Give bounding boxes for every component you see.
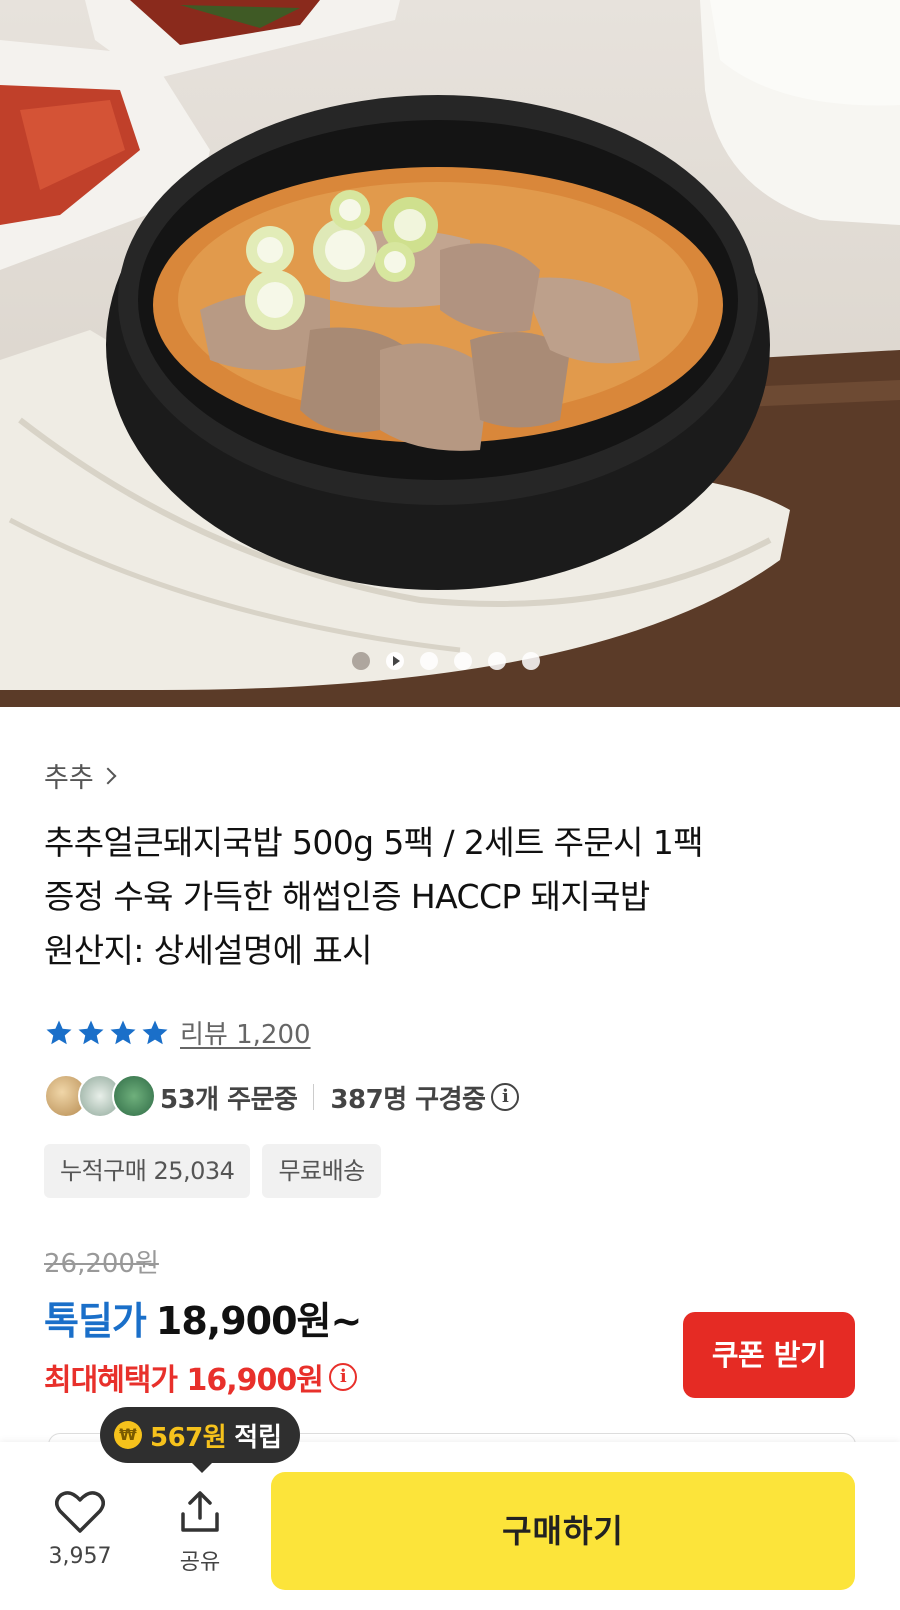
product-image-carousel[interactable]	[0, 0, 900, 707]
star-icon	[78, 1020, 104, 1044]
rating-row: 리뷰 1,200	[44, 1014, 311, 1051]
star-icon	[46, 1020, 72, 1044]
carousel-dot[interactable]	[454, 652, 472, 670]
chevron-right-icon	[99, 767, 117, 784]
buy-button[interactable]: 구매하기	[271, 1472, 855, 1590]
reward-tooltip: ₩ 567원 적립	[100, 1407, 301, 1473]
info-icon[interactable]: i	[328, 1363, 357, 1391]
review-count-link[interactable]: 리뷰 1,200	[180, 1014, 311, 1051]
deal-price: 18,900원~	[155, 1299, 362, 1343]
carousel-dot[interactable]	[420, 652, 438, 670]
brand-name: 추추	[44, 763, 94, 794]
like-button[interactable]: 3,957	[40, 1490, 120, 1569]
max-benefit-price: 최대혜택가 16,900원	[44, 1363, 324, 1398]
buyer-avatars	[44, 1074, 160, 1120]
carousel-dot[interactable]	[488, 652, 506, 670]
product-photo	[0, 0, 900, 707]
share-button[interactable]: 공유	[160, 1490, 240, 1576]
product-title-line: 증정 수육 가득한 해썹인증 HACCP 돼지국밥	[44, 877, 650, 916]
brand-link[interactable]: 추추	[44, 756, 117, 795]
share-label: 공유	[179, 1550, 221, 1575]
coin-icon: ₩	[114, 1421, 142, 1449]
original-price: 26,200원	[44, 1249, 159, 1279]
carousel-dot[interactable]	[352, 652, 370, 670]
product-title-line: 원산지: 상세설명에 표시	[44, 931, 373, 970]
ordering-count: 53개 주문중	[160, 1084, 298, 1115]
heart-icon	[55, 1491, 105, 1533]
ordering-status-row: 53개 주문중 387명 구경중 i	[44, 1074, 520, 1120]
reward-amount: 567원	[150, 1422, 227, 1453]
product-tags: 누적구매 25,034 무료배송	[44, 1144, 381, 1198]
divider	[313, 1084, 315, 1110]
tag-free-shipping: 무료배송	[262, 1144, 381, 1198]
coupon-button[interactable]: 쿠폰 받기	[683, 1312, 855, 1398]
star-icon	[110, 1020, 136, 1044]
reward-label: 적립	[234, 1422, 283, 1453]
star-icon	[142, 1020, 168, 1044]
tag-cumulative-purchases: 누적구매 25,034	[44, 1144, 251, 1198]
carousel-play-icon[interactable]	[386, 652, 404, 670]
viewing-count: 387명 구경중	[330, 1084, 486, 1115]
product-title-line: 추추얼큰돼지국밥 500g 5팩 / 2세트 주문시 1팩	[44, 823, 704, 862]
star-rating	[44, 1018, 170, 1048]
avatar	[112, 1074, 156, 1118]
deal-price-row: 톡딜가 18,900원~	[44, 1290, 362, 1345]
max-benefit-price-row: 최대혜택가 16,900원 i	[44, 1355, 357, 1399]
carousel-indicators[interactable]	[352, 652, 552, 672]
product-title: 추추얼큰돼지국밥 500g 5팩 / 2세트 주문시 1팩 증정 수육 가득한 …	[44, 816, 864, 978]
deal-label: 톡딜가	[44, 1299, 147, 1343]
carousel-dot[interactable]	[522, 652, 540, 670]
share-icon	[181, 1491, 219, 1532]
like-count: 3,957	[48, 1544, 112, 1569]
info-icon[interactable]: i	[491, 1083, 520, 1111]
